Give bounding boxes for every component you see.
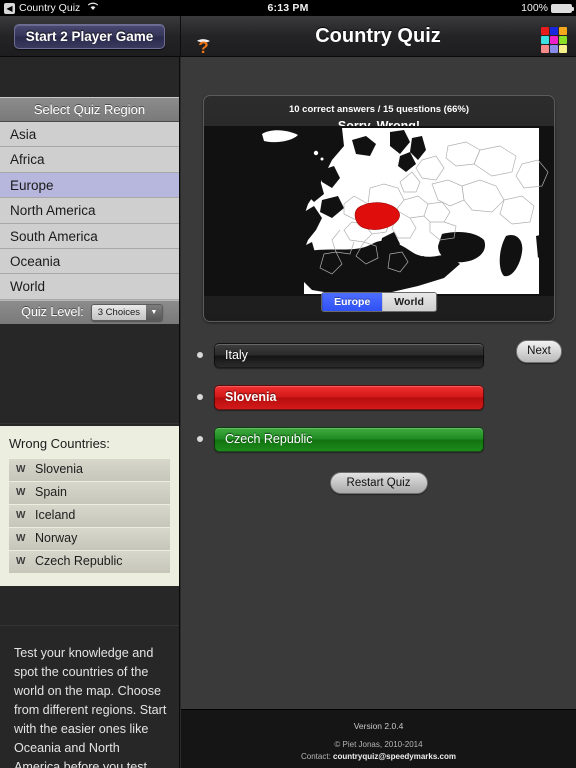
answer-row: Czech Republic (181, 423, 576, 455)
map-scope-segmented-control[interactable]: Europe World (321, 292, 437, 312)
answer-option-italy[interactable]: Italy (214, 342, 484, 368)
grid-cell-5 (550, 36, 558, 44)
grid-cell-4 (541, 36, 549, 44)
grid-cell-9 (559, 45, 567, 53)
next-button[interactable]: Next (516, 340, 562, 363)
color-grid-icon[interactable] (541, 27, 567, 53)
list-item[interactable]: W Iceland (9, 504, 170, 528)
quiz-level-label: Quiz Level: (21, 305, 84, 320)
main-content: 10 correct answers / 15 questions (66%) … (181, 57, 576, 768)
about-description-text: Test your knowledge and spot the countri… (14, 645, 167, 768)
restart-quiz-button[interactable]: Restart Quiz (329, 472, 428, 494)
wrong-country-name: Spain (35, 485, 67, 500)
sidebar-item-south-america[interactable]: South America (0, 223, 179, 249)
wrong-countries-panel: Wrong Countries: W Slovenia W Spain W Ic… (0, 425, 179, 586)
bullet-icon (197, 352, 203, 358)
wrong-country-name: Slovenia (35, 462, 83, 477)
wrong-country-name: Czech Republic (35, 554, 123, 569)
sidebar-item-north-america[interactable]: North America (0, 198, 179, 224)
wrong-country-name: Norway (35, 531, 78, 546)
top-toolbar: Start 2 Player Game ? Country Quiz (0, 16, 576, 57)
chevron-down-icon: ▼ (146, 304, 162, 320)
quiz-region-list: Asia Africa Europe North America South A… (0, 122, 179, 300)
page-title: Country Quiz (315, 25, 441, 47)
contact-line: Contact: countryquiz@speedymarks.com (181, 752, 576, 761)
status-bar-time: 6:13 PM (267, 2, 309, 14)
grid-cell-1 (541, 27, 549, 35)
segment-world[interactable]: World (382, 293, 436, 311)
wrong-badge-icon: W (16, 510, 26, 522)
sidebar-item-europe[interactable]: Europe (0, 172, 179, 199)
list-item[interactable]: W Spain (9, 481, 170, 505)
sidebar-item-asia[interactable]: Asia (0, 122, 179, 148)
sidebar-item-oceania[interactable]: Oceania (0, 248, 179, 275)
grid-cell-8 (550, 45, 558, 53)
copyright-label: © Piet Jonas, 2010-2014 (334, 740, 423, 749)
grid-cell-7 (541, 45, 549, 53)
wrong-badge-icon: W (16, 464, 26, 476)
select-quiz-region-header: Select Quiz Region (0, 97, 179, 122)
quiz-level-select[interactable]: 3 Choices ▼ (90, 303, 163, 321)
segment-europe[interactable]: Europe (322, 293, 383, 311)
sidebar-item-world[interactable]: World (0, 274, 179, 300)
sidebar-spacer-top (0, 57, 179, 97)
grid-cell-3 (559, 27, 567, 35)
sidebar: Select Quiz Region Asia Africa Europe No… (0, 57, 180, 768)
score-text: 10 correct answers / 15 questions (66%) (288, 104, 470, 115)
wrong-badge-icon: W (16, 533, 26, 545)
wrong-badge-icon: W (16, 556, 26, 568)
wrong-countries-title: Wrong Countries: (9, 435, 110, 451)
answer-option-slovenia[interactable]: Slovenia (214, 384, 484, 410)
wrong-country-name: Iceland (35, 508, 76, 523)
list-item[interactable]: W Czech Republic (9, 550, 170, 574)
answer-row: Slovenia (181, 381, 576, 413)
battery-full-icon (551, 3, 574, 13)
grid-cell-6 (559, 36, 567, 44)
quiz-level-value: 3 Choices (91, 304, 146, 320)
start-2-player-game-button[interactable]: Start 2 Player Game (14, 24, 165, 49)
list-item[interactable]: W Slovenia (9, 458, 170, 482)
wrong-badge-icon: W (16, 487, 26, 499)
list-item[interactable]: W Norway (9, 527, 170, 551)
sidebar-spacer-middle (0, 323, 179, 424)
contact-email[interactable]: countryquiz@speedymarks.com (333, 752, 456, 761)
ios-status-bar: ◀ Country Quiz 6:13 PM 100% (0, 0, 576, 16)
contact-label: Contact: (301, 752, 331, 761)
sidebar-spacer-bottom (0, 585, 179, 626)
grid-cell-2 (550, 27, 558, 35)
battery-percent-label: 100% (521, 2, 548, 14)
sidebar-item-africa[interactable]: Africa (0, 147, 179, 173)
status-bar-right: 100% (521, 0, 574, 16)
bullet-icon (197, 394, 203, 400)
answer-option-czech-republic[interactable]: Czech Republic (214, 426, 484, 452)
version-label: Version 2.0.4 (353, 721, 404, 731)
bullet-icon (197, 436, 203, 442)
app-root: ◀ Country Quiz 6:13 PM 100% Start 2 Play… (0, 0, 576, 768)
europe-map[interactable] (204, 126, 554, 296)
quiz-level-bar: Quiz Level: 3 Choices ▼ (0, 299, 179, 324)
footer: Version 2.0.4 © Piet Jonas, 2010-2014 Co… (181, 709, 576, 768)
map-card: 10 correct answers / 15 questions (66%) … (203, 95, 555, 322)
